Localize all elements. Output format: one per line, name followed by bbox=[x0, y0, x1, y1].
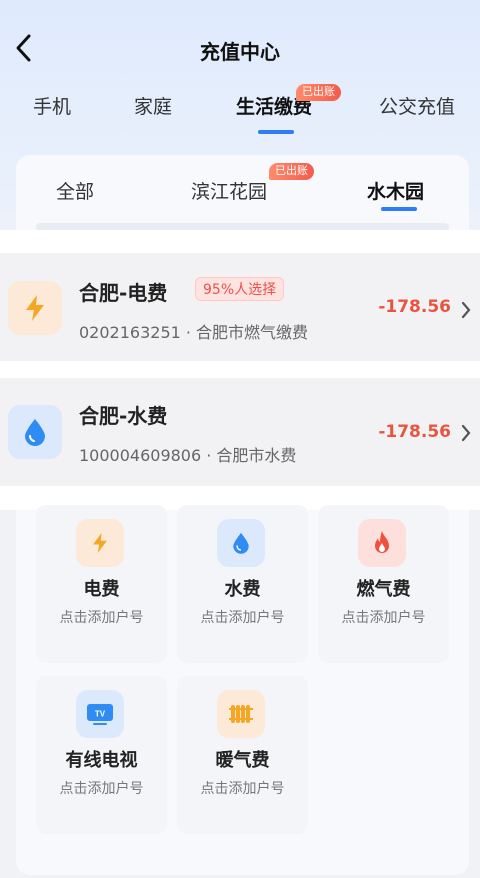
billed-badge: 已出账 bbox=[269, 163, 314, 180]
tv-icon: TV bbox=[76, 690, 124, 738]
bill-amount: -178.56 bbox=[378, 297, 451, 317]
service-gas[interactable]: 燃气费 点击添加户号 bbox=[318, 505, 449, 663]
water-drop-icon bbox=[8, 405, 62, 459]
service-water[interactable]: 水费 点击添加户号 bbox=[177, 505, 308, 663]
bill-title: 合肥-水费 bbox=[79, 404, 168, 428]
popularity-badge: 95%人选择 bbox=[195, 277, 285, 301]
service-name: 电费 bbox=[83, 579, 120, 600]
service-hint: 点击添加户号 bbox=[200, 781, 285, 797]
chevron-right-icon bbox=[461, 301, 471, 319]
service-electricity[interactable]: 电费 点击添加户号 bbox=[36, 505, 167, 663]
bill-card-electricity[interactable]: 合肥-电费 95%人选择 0202163251 · 合肥市燃气缴费 -178.5… bbox=[0, 253, 480, 361]
active-tab-indicator bbox=[258, 130, 294, 134]
service-name: 有线电视 bbox=[65, 750, 138, 771]
tab-home[interactable]: 家庭 bbox=[134, 92, 172, 119]
header: 充值中心 bbox=[0, 0, 480, 90]
bill-amount: -178.56 bbox=[378, 422, 451, 442]
page-title: 充值中心 bbox=[200, 40, 280, 64]
chevron-right-icon bbox=[461, 424, 471, 442]
tab-bus-recharge[interactable]: 公交充值 bbox=[379, 92, 455, 119]
billed-badge: 已出账 bbox=[296, 84, 341, 101]
lightning-icon bbox=[76, 519, 124, 567]
lightning-icon bbox=[8, 281, 62, 335]
bill-account: 0202163251 · 合肥市燃气缴费 bbox=[79, 323, 309, 342]
service-name: 燃气费 bbox=[356, 579, 411, 600]
service-name: 暖气费 bbox=[215, 750, 270, 771]
bill-title: 合肥-电费 bbox=[79, 281, 168, 305]
subtab-shuimu-garden[interactable]: 水木园 bbox=[367, 177, 424, 204]
service-hint: 点击添加户号 bbox=[341, 610, 426, 626]
service-heating[interactable]: 暖气费 点击添加户号 bbox=[177, 676, 308, 834]
tab-phone[interactable]: 手机 bbox=[33, 92, 71, 119]
main-tabs: 手机 家庭 生活缴费 已出账 公交充值 bbox=[0, 84, 480, 134]
flame-icon bbox=[358, 519, 406, 567]
service-hint: 点击添加户号 bbox=[59, 781, 144, 797]
service-hint: 点击添加户号 bbox=[200, 610, 285, 626]
radiator-icon bbox=[217, 690, 265, 738]
bill-account: 100004609806 · 合肥市水费 bbox=[79, 446, 297, 465]
service-hint: 点击添加户号 bbox=[59, 610, 144, 626]
tv-icon-text: TV bbox=[95, 710, 106, 719]
bill-card-water[interactable]: 合肥-水费 100004609806 · 合肥市水费 -178.56 bbox=[0, 378, 480, 486]
subtab-binjiang-garden[interactable]: 滨江花园 bbox=[191, 177, 267, 204]
active-subtab-indicator bbox=[381, 207, 417, 211]
service-name: 水费 bbox=[224, 579, 261, 600]
service-cable-tv[interactable]: TV 有线电视 点击添加户号 bbox=[36, 676, 167, 834]
water-drop-icon bbox=[217, 519, 265, 567]
subtab-all[interactable]: 全部 bbox=[56, 177, 94, 204]
